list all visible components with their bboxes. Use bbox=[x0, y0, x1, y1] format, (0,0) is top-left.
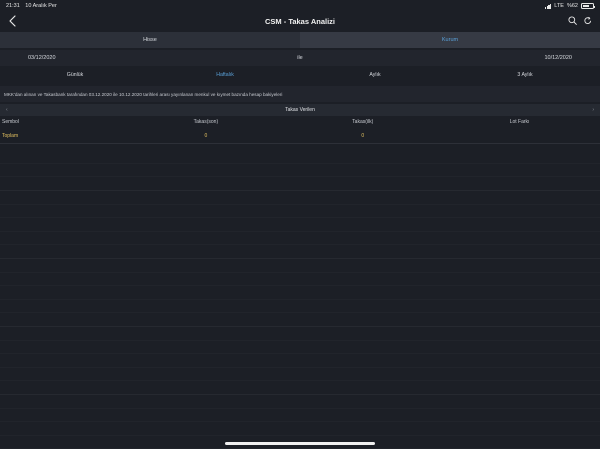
battery-icon bbox=[581, 3, 595, 9]
refresh-icon[interactable] bbox=[584, 16, 592, 25]
start-date-field[interactable]: 03/12/2020 bbox=[28, 55, 56, 61]
tab-gunluk[interactable]: Günlük bbox=[0, 72, 150, 78]
total-takas-son: 0 bbox=[204, 132, 208, 139]
empty-list-area bbox=[0, 150, 600, 449]
next-arrow-icon[interactable]: › bbox=[592, 107, 594, 113]
segment-kurum[interactable]: Kurum bbox=[300, 32, 600, 48]
tab-aylik[interactable]: Aylık bbox=[300, 72, 450, 78]
column-header-takas-son[interactable]: Takas(son) bbox=[127, 119, 284, 125]
status-bar: 21:31 10 Aralık Per LTE %62 bbox=[0, 0, 600, 12]
navigation-bar: CSM - Takas Analizi bbox=[0, 12, 600, 30]
home-indicator[interactable] bbox=[225, 442, 375, 445]
tab-haftalik[interactable]: Haftalık bbox=[150, 72, 300, 78]
total-takas-ilk: 0 bbox=[361, 132, 365, 139]
segment-control: Hisse Kurum bbox=[0, 32, 600, 48]
status-date: 10 Aralık Per bbox=[25, 3, 57, 9]
segment-hisse[interactable]: Hisse bbox=[0, 32, 300, 48]
column-header-lot-farki[interactable]: Lot Farkı bbox=[441, 119, 598, 125]
table-column-headers: Sembol Takas(son) Takas(ilk) Lot Farkı bbox=[0, 116, 600, 128]
info-text: MKK'dan alınan ve Takasbank tarafından 0… bbox=[0, 86, 600, 102]
battery-percent: %62 bbox=[566, 3, 578, 9]
back-icon[interactable] bbox=[8, 15, 18, 27]
period-tabs: Günlük Haftalık Aylık 3 Aylık bbox=[0, 67, 600, 83]
column-header-sembol[interactable]: Sembol bbox=[2, 119, 127, 125]
end-date-field[interactable]: 10/12/2020 bbox=[544, 55, 572, 61]
signal-icon bbox=[544, 4, 552, 9]
column-header-takas-ilk[interactable]: Takas(ilk) bbox=[284, 119, 441, 125]
search-icon[interactable] bbox=[568, 16, 577, 25]
prev-arrow-icon[interactable]: ‹ bbox=[6, 107, 8, 113]
status-time: 21:31 bbox=[6, 3, 20, 9]
tab-3-aylik[interactable]: 3 Aylık bbox=[450, 72, 600, 78]
status-left: 21:31 10 Aralık Per bbox=[6, 3, 61, 9]
battery-fill bbox=[582, 4, 589, 8]
nav-actions bbox=[568, 16, 592, 25]
total-label: Toplam bbox=[2, 132, 19, 139]
date-range-row: 03/12/2020 ile 10/12/2020 bbox=[0, 50, 600, 66]
table-total-row: Toplam 0 0 bbox=[0, 128, 600, 144]
network-label: LTE bbox=[554, 3, 564, 9]
table-title-bar: ‹ Takas Verilen › bbox=[0, 104, 600, 116]
page-title: CSM - Takas Analizi bbox=[264, 16, 336, 26]
date-connector: ile bbox=[297, 55, 303, 61]
table-title: Takas Verilen bbox=[285, 107, 315, 113]
status-right: LTE %62 bbox=[544, 3, 595, 9]
